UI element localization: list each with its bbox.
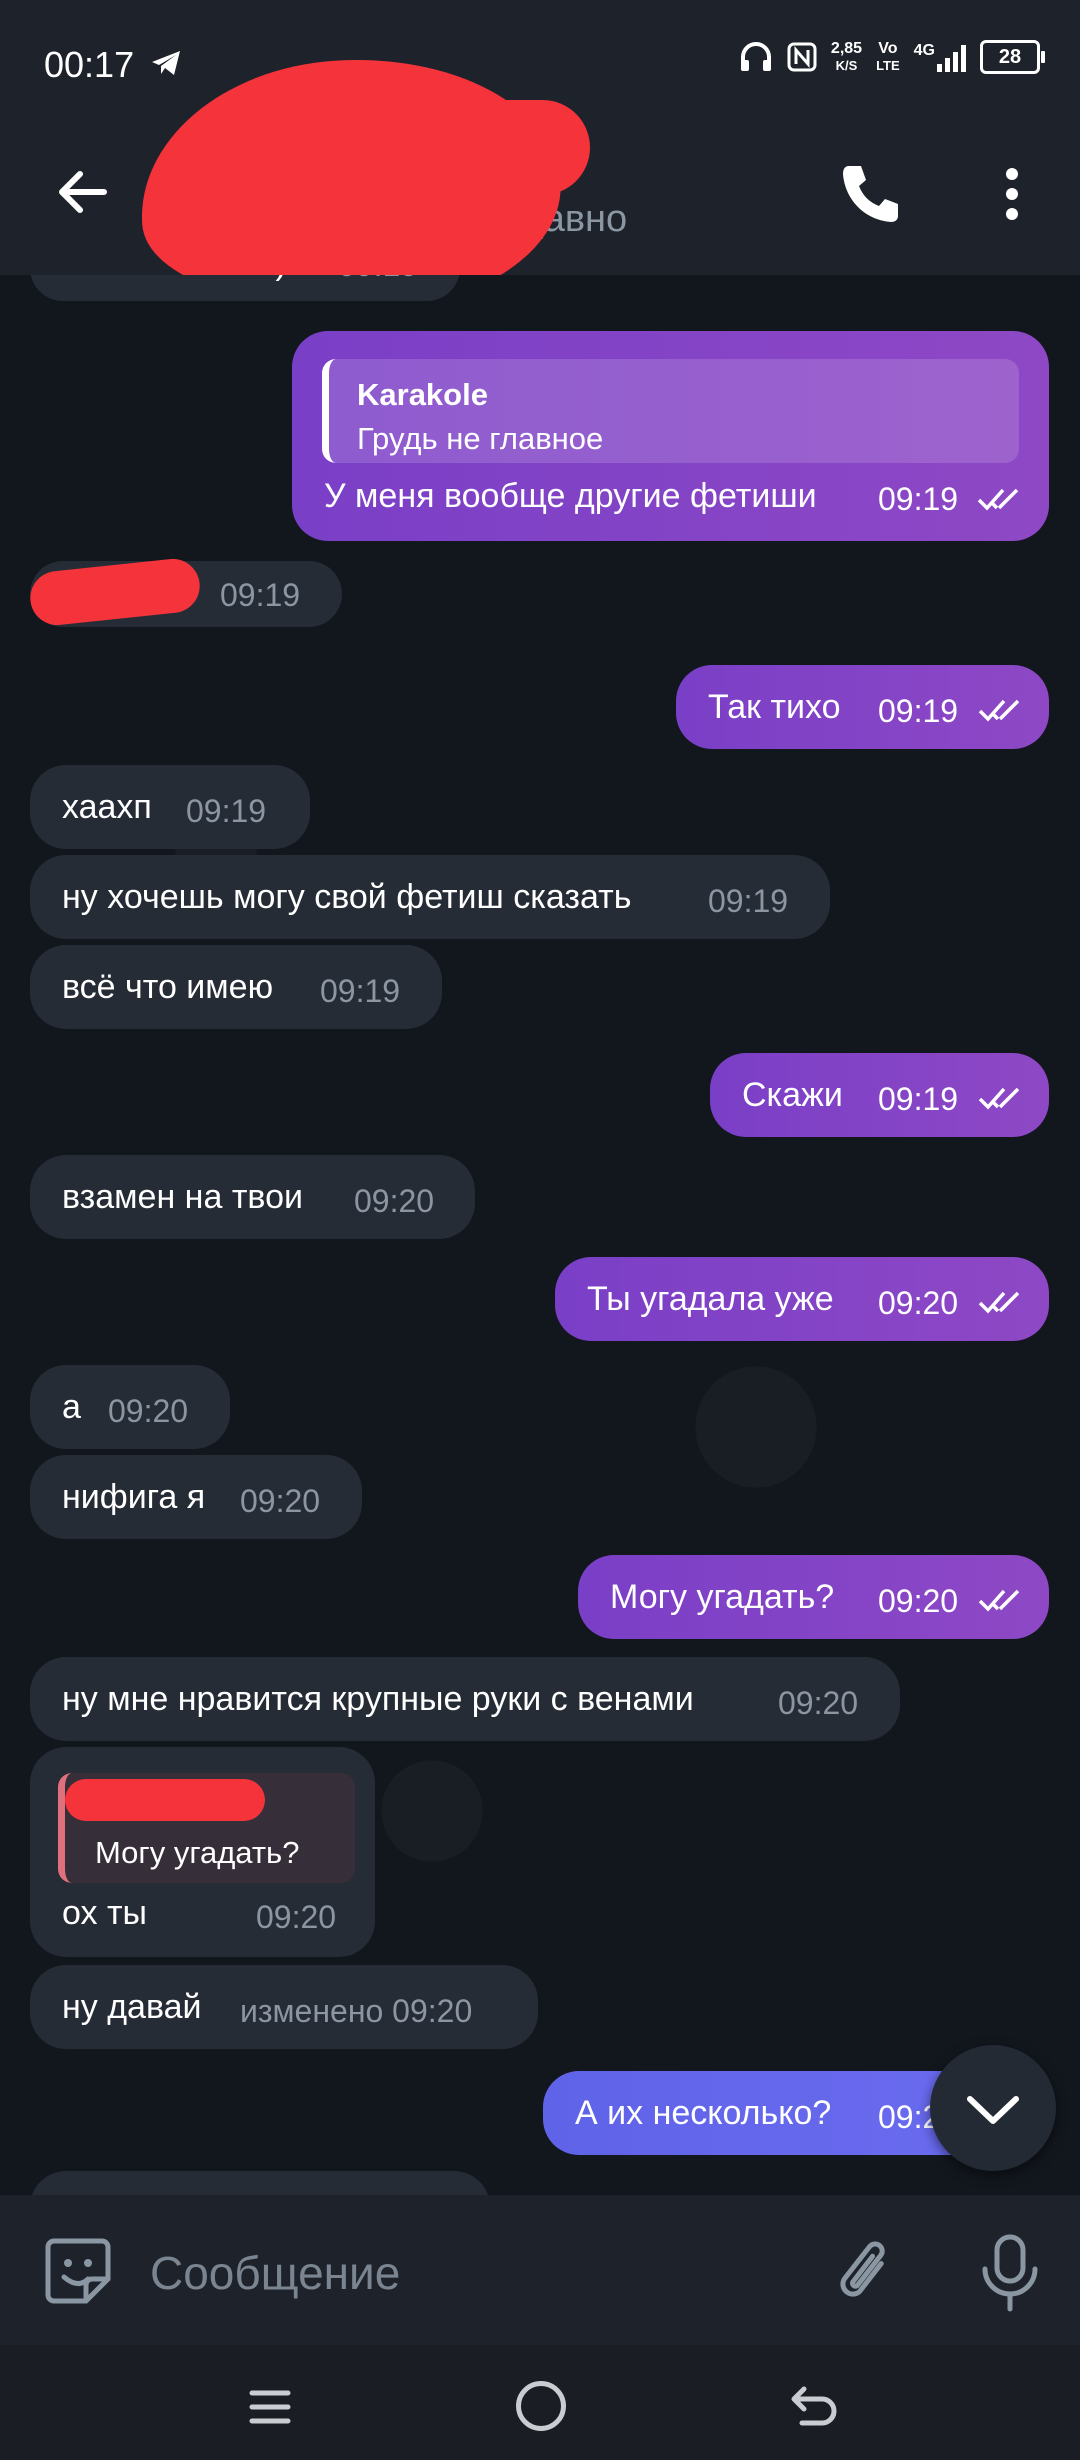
quote-author: Karakole	[357, 377, 488, 412]
message-text: нифига я	[62, 1478, 206, 1516]
scroll-to-bottom-button[interactable]	[930, 2045, 1056, 2171]
message-composer	[0, 2195, 1080, 2345]
message-text: главное жопа)	[62, 275, 287, 283]
double-check-icon	[978, 1087, 1020, 1110]
signal-bars-icon	[937, 42, 966, 72]
double-check-icon	[978, 699, 1020, 722]
arrow-left-icon[interactable]	[50, 160, 114, 224]
message-text: а	[62, 1388, 81, 1426]
message-time: изменено 09:20	[240, 1993, 473, 2029]
message-incoming[interactable]: главное жопа) 09:19	[30, 275, 460, 301]
message-text: ну хочешь могу свой фетиш сказать	[62, 878, 632, 916]
network-speed-value: 2,85	[830, 40, 863, 57]
reply-quote[interactable]: Karakole Грудь не главное	[322, 359, 1019, 463]
microphone-icon[interactable]	[975, 2233, 1045, 2313]
status-indicators: 2,85 K/S Vo LTE 4G 28	[739, 40, 1045, 74]
network-type: 4G	[913, 42, 935, 59]
message-time: 09:19	[708, 883, 789, 919]
volte-indicator: Vo LTE	[876, 40, 900, 74]
battery-indicator: 28	[980, 40, 1045, 74]
message-incoming[interactable]: 09:19	[27, 556, 342, 628]
message-time: 09:19	[878, 481, 959, 517]
chevron-down-icon	[967, 2096, 1019, 2124]
message-time: 09:19	[186, 793, 267, 829]
message-incoming[interactable]: всё что имею 09:19	[30, 945, 442, 1029]
volte-bottom: LTE	[876, 58, 900, 73]
back-icon[interactable]	[790, 2385, 838, 2429]
message-time: 09:19	[320, 973, 401, 1009]
redacted-quote-author	[65, 1779, 265, 1821]
reply-quote[interactable]: Могу угадать?	[58, 1773, 355, 1883]
message-time: 09:19	[338, 275, 418, 285]
message-incoming[interactable]: ну мне нравится крупные руки с венами 09…	[30, 1657, 900, 1741]
phone-icon[interactable]	[835, 158, 905, 228]
message-incoming-reply[interactable]: Могу угадать? ох ты 09:20	[30, 1747, 375, 1957]
message-outgoing[interactable]: Скажи 09:19	[710, 1053, 1049, 1137]
status-time: 00:17	[44, 44, 135, 85]
message-incoming[interactable]: ну хочешь могу свой фетиш сказать 09:19	[30, 855, 830, 939]
message-time: 09:20	[354, 1183, 435, 1219]
quote-text: Могу угадать?	[95, 1835, 300, 1870]
nfc-icon	[787, 42, 817, 72]
volte-top: Vo	[878, 40, 898, 57]
message-time: 09:19	[220, 577, 301, 613]
message-time: 09:20	[878, 1285, 959, 1321]
system-nav-bar	[0, 2345, 1080, 2460]
message-outgoing[interactable]: Могу угадать? 09:20	[578, 1555, 1049, 1639]
sticker-icon[interactable]	[40, 2233, 116, 2309]
message-time: 09:19	[878, 1081, 959, 1117]
double-check-icon	[977, 488, 1019, 511]
message-text: всё что имею	[62, 968, 274, 1006]
message-incoming[interactable]: взамен на твои 09:20	[30, 1155, 475, 1239]
double-check-icon	[978, 1291, 1020, 1314]
message-text: У меня вообще другие фетиши	[324, 477, 817, 515]
double-check-icon	[978, 1589, 1020, 1612]
message-time: 09:20	[108, 1393, 189, 1429]
message-text: Так тихо	[708, 688, 841, 726]
chat-messages[interactable]: главное жопа) 09:19 Karakole Грудь не гл…	[0, 275, 1080, 2195]
message-time: 09:20	[256, 1899, 337, 1935]
message-text: А их несколько?	[575, 2094, 832, 2132]
message-time: 09:20	[240, 1483, 321, 1519]
message-text: Ты угадала уже	[587, 1280, 834, 1318]
message-text: ну мне нравится крупные руки с венами	[62, 1680, 694, 1718]
message-time: 09:20	[778, 1685, 859, 1721]
message-text: хаахп	[62, 788, 152, 826]
message-text: ну давай	[62, 1988, 202, 2026]
redacted-contact-name-stroke	[300, 100, 590, 195]
message-incoming[interactable]: хаахп 09:19	[30, 765, 310, 849]
message-incoming[interactable]	[30, 2171, 490, 2195]
message-text: ох ты	[62, 1894, 147, 1932]
message-incoming[interactable]: ну давай изменено 09:20	[30, 1965, 538, 2049]
chat-header: был(а) недавно	[0, 45, 1080, 325]
cell-signal: 4G	[914, 42, 966, 72]
message-outgoing[interactable]: Ты угадала уже 09:20	[555, 1257, 1049, 1341]
home-icon[interactable]	[516, 2381, 566, 2431]
message-input[interactable]	[148, 2237, 752, 2309]
message-text: взамен на твои	[62, 1178, 303, 1216]
quote-text: Грудь не главное	[357, 421, 604, 456]
redacted-message-text	[27, 556, 203, 628]
message-time: 09:19	[878, 693, 959, 729]
message-incoming[interactable]: а 09:20	[30, 1365, 230, 1449]
recent-apps-icon[interactable]	[248, 2387, 292, 2427]
message-time: 09:20	[878, 1583, 959, 1619]
message-text: Скажи	[742, 1076, 843, 1114]
headphones-icon	[740, 42, 771, 71]
message-outgoing[interactable]: Так тихо 09:19	[676, 665, 1049, 749]
telegram-icon	[152, 51, 180, 75]
message-text: Могу угадать?	[610, 1578, 835, 1616]
message-incoming[interactable]: нифига я 09:20	[30, 1455, 362, 1539]
paperclip-icon[interactable]	[830, 2235, 900, 2311]
more-vertical-icon[interactable]	[995, 160, 1029, 230]
network-speed-unit: K/S	[835, 58, 858, 73]
message-outgoing[interactable]: Karakole Грудь не главное У меня вообще …	[292, 331, 1049, 541]
network-speed: 2,85 K/S	[831, 40, 862, 74]
